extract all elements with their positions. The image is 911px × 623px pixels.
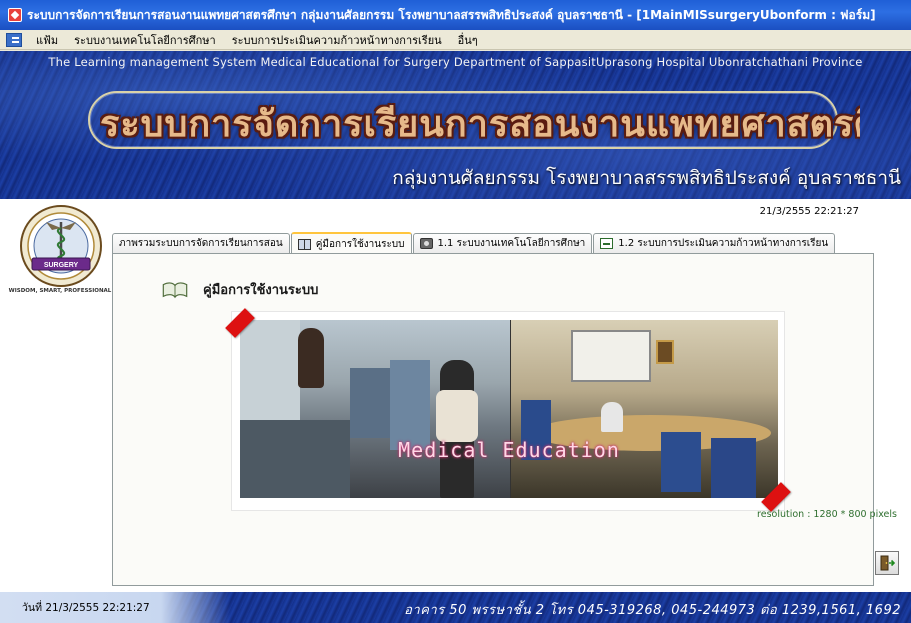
menu-item-file[interactable]: แฟ้ม — [28, 31, 66, 49]
logo-ribbon-text: SURGERY — [44, 262, 79, 269]
manual-photo: Medical Education — [240, 320, 778, 498]
open-book-icon — [162, 281, 188, 298]
tab-progress-eval-label: 1.2 ระบบการประเมินความก้าวหน้าทางการเรีย… — [618, 238, 829, 249]
resolution-note: resolution : 1280 * 800 pixels — [757, 509, 897, 520]
window-title: ระบบการจัดการเรียนการสอนงานแพทยศาสตรศึกษ… — [27, 7, 876, 22]
tab-strip: ภาพรวมระบบการจัดการเรียนการสอน คู่มือการ… — [112, 231, 836, 254]
manual-photo-frame: Medical Education — [225, 308, 791, 512]
window-title-bar[interactable]: ระบบการจัดการเรียนการสอนงานแพทยศาสตรศึกษ… — [0, 0, 911, 30]
menu-item-progress-eval[interactable]: ระบบการประเมินความก้าวหน้าทางการเรียน — [224, 31, 450, 49]
exit-door-icon — [880, 555, 895, 571]
photo-office-scene — [240, 320, 510, 498]
tab-panel-user-manual: คู่มือการใช้งานระบบ Medical Education — [112, 253, 874, 586]
tab-overview-label: ภาพรวมระบบการจัดการเรียนการสอน — [119, 238, 283, 249]
main-content: SURGERY WISDOM, SMART, PROFESSIONAL 21/3… — [0, 199, 911, 592]
form-menu-icon[interactable] — [6, 32, 22, 47]
status-bar: วันที่ 21/3/2555 22:21:27 อาคาร 50 พรรษา… — [0, 592, 911, 623]
photo-meeting-scene — [511, 320, 778, 498]
current-datetime: 21/3/2555 22:21:27 — [759, 206, 859, 217]
app-icon[interactable] — [8, 8, 22, 22]
menu-bar: แฟ้ม ระบบงานเทคโนโลยีการศึกษา ระบบการประ… — [0, 30, 911, 50]
tab-edu-tech[interactable]: 1.1 ระบบงานเทคโนโลยีการศึกษา — [412, 233, 593, 253]
tab-edu-tech-label: 1.1 ระบบงานเทคโนโลยีการศึกษา — [437, 238, 586, 249]
exit-button[interactable] — [875, 551, 899, 575]
header-banner: The Learning management System Medical E… — [0, 51, 911, 199]
app-window: ระบบการจัดการเรียนการสอนงานแพทยศาสตรศึกษ… — [0, 0, 911, 623]
tab-user-manual-label: คู่มือการใช้งานระบบ — [315, 238, 405, 250]
logo-motto: WISDOM, SMART, PROFESSIONAL — [8, 288, 112, 294]
banner-subtitle-english: The Learning management System Medical E… — [48, 55, 863, 69]
book-icon — [297, 238, 311, 250]
status-date: วันที่ 21/3/2555 22:21:27 — [0, 592, 230, 623]
manual-heading: คู่มือการใช้งานระบบ — [161, 279, 318, 300]
tab-user-manual[interactable]: คู่มือการใช้งานระบบ — [290, 232, 412, 254]
photo-caption: Medical Education — [398, 438, 620, 462]
manual-heading-text: คู่มือการใช้งานระบบ — [203, 283, 319, 298]
logo-emblem-icon: SURGERY — [20, 205, 102, 287]
banner-title: ระบบการจัดการเรียนการสอนงานแพทยศาสตรศึกษ… — [100, 103, 860, 145]
tab-progress-eval[interactable]: 1.2 ระบบการประเมินความก้าวหน้าทางการเรีย… — [593, 233, 836, 253]
menu-item-edu-tech[interactable]: ระบบงานเทคโนโลยีการศึกษา — [66, 31, 224, 49]
banner-department: กลุ่มงานศัลยกรรม โรงพยาบาลสรรพสิทธิประสง… — [392, 167, 901, 189]
report-icon — [600, 238, 614, 249]
status-address: อาคาร 50 พรรษาชั้น 2 โทร 045-319268, 045… — [404, 603, 901, 618]
menu-item-other[interactable]: อื่นๆ — [450, 31, 486, 49]
tab-overview[interactable]: ภาพรวมระบบการจัดการเรียนการสอน — [112, 233, 290, 253]
department-logo: SURGERY — [16, 204, 106, 296]
camera-icon — [419, 238, 433, 249]
